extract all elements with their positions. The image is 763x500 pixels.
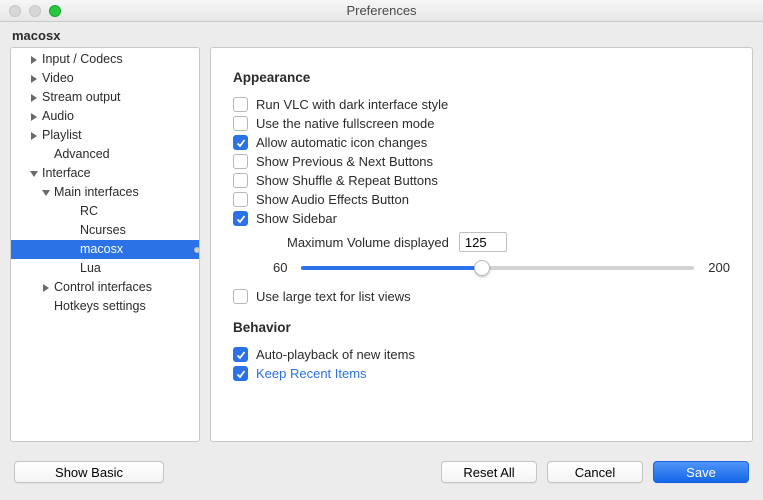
large-text-row[interactable]: Use large text for list views [233, 289, 730, 304]
prev-next-label: Show Previous & Next Buttons [256, 154, 433, 169]
sidebar-item-advanced[interactable]: Advanced [11, 145, 199, 164]
sidebar-item-label: Lua [79, 259, 101, 278]
auto-playback-row[interactable]: Auto-playback of new items [233, 347, 730, 362]
sidebar-item-label: Video [41, 69, 74, 88]
cancel-button[interactable]: Cancel [547, 461, 643, 483]
appearance-heading: Appearance [233, 70, 730, 85]
close-window-icon[interactable] [9, 5, 21, 17]
sidebar-item-ncurses[interactable]: Ncurses [11, 221, 199, 240]
zoom-window-icon[interactable] [49, 5, 61, 17]
bottom-bar: Show Basic Reset All Cancel Save [0, 444, 763, 500]
dark-interface-checkbox[interactable] [233, 97, 248, 112]
page-title: macosx [0, 22, 763, 47]
max-volume-label: Maximum Volume displayed [287, 235, 449, 250]
reset-all-button[interactable]: Reset All [441, 461, 537, 483]
sidebar-item-label: Input / Codecs [41, 50, 123, 69]
content-pane: Appearance Run VLC with dark interface s… [210, 47, 753, 442]
prev-next-checkbox[interactable] [233, 154, 248, 169]
large-text-checkbox[interactable] [233, 289, 248, 304]
auto-icon-label: Allow automatic icon changes [256, 135, 427, 150]
chevron-down-icon[interactable] [41, 190, 51, 196]
slider-max-label: 200 [708, 260, 730, 275]
show-sidebar-label: Show Sidebar [256, 211, 337, 226]
chevron-right-icon[interactable] [29, 94, 39, 102]
behavior-heading: Behavior [233, 320, 730, 335]
sidebar-item-label: Hotkeys settings [53, 297, 146, 316]
slider-min-label: 60 [273, 260, 287, 275]
max-volume-slider[interactable] [301, 266, 694, 270]
sidebar-item-label: Interface [41, 164, 91, 183]
sidebar-item-rc[interactable]: RC [11, 202, 199, 221]
sidebar-item-hotkeys-settings[interactable]: Hotkeys settings [11, 297, 199, 316]
show-basic-button[interactable]: Show Basic [14, 461, 164, 483]
chevron-down-icon[interactable] [29, 171, 39, 177]
auto-icon-checkbox[interactable] [233, 135, 248, 150]
sidebar-item-audio[interactable]: Audio [11, 107, 199, 126]
titlebar: Preferences [0, 0, 763, 22]
sidebar-item-label: Ncurses [79, 221, 126, 240]
sidebar-item-main-interfaces[interactable]: Main interfaces [11, 183, 199, 202]
selection-indicator-icon [194, 247, 200, 253]
show-sidebar-row[interactable]: Show Sidebar [233, 211, 730, 226]
minimize-window-icon[interactable] [29, 5, 41, 17]
audio-effects-checkbox[interactable] [233, 192, 248, 207]
slider-thumb-icon[interactable] [474, 260, 490, 276]
sidebar-item-interface[interactable]: Interface [11, 164, 199, 183]
large-text-label: Use large text for list views [256, 289, 411, 304]
dark-interface-row[interactable]: Run VLC with dark interface style [233, 97, 730, 112]
shuffle-repeat-label: Show Shuffle & Repeat Buttons [256, 173, 438, 188]
chevron-right-icon[interactable] [29, 132, 39, 140]
prev-next-row[interactable]: Show Previous & Next Buttons [233, 154, 730, 169]
sidebar-item-stream-output[interactable]: Stream output [11, 88, 199, 107]
sidebar-item-playlist[interactable]: Playlist [11, 126, 199, 145]
dark-interface-label: Run VLC with dark interface style [256, 97, 448, 112]
auto-playback-checkbox[interactable] [233, 347, 248, 362]
window-title: Preferences [346, 3, 416, 18]
sidebar-item-label: Playlist [41, 126, 82, 145]
native-fullscreen-row[interactable]: Use the native fullscreen mode [233, 116, 730, 131]
keep-recent-checkbox[interactable] [233, 366, 248, 381]
audio-effects-row[interactable]: Show Audio Effects Button [233, 192, 730, 207]
shuffle-repeat-row[interactable]: Show Shuffle & Repeat Buttons [233, 173, 730, 188]
sidebar-item-label: Advanced [53, 145, 110, 164]
sidebar-item-video[interactable]: Video [11, 69, 199, 88]
keep-recent-row[interactable]: Keep Recent Items [233, 366, 730, 381]
sidebar-item-label: Control interfaces [53, 278, 152, 297]
chevron-right-icon[interactable] [29, 113, 39, 121]
sidebar-item-input-codecs[interactable]: Input / Codecs [11, 50, 199, 69]
save-button[interactable]: Save [653, 461, 749, 483]
show-sidebar-checkbox[interactable] [233, 211, 248, 226]
sidebar-item-label: Stream output [41, 88, 121, 107]
chevron-right-icon[interactable] [29, 75, 39, 83]
sidebar-item-control-interfaces[interactable]: Control interfaces [11, 278, 199, 297]
native-fullscreen-checkbox[interactable] [233, 116, 248, 131]
sidebar-item-label: Main interfaces [53, 183, 139, 202]
auto-icon-row[interactable]: Allow automatic icon changes [233, 135, 730, 150]
chevron-right-icon[interactable] [41, 284, 51, 292]
max-volume-field[interactable] [459, 232, 507, 252]
window-traffic-lights [9, 5, 61, 17]
sidebar: Input / CodecsVideoStream outputAudioPla… [10, 47, 200, 442]
audio-effects-label: Show Audio Effects Button [256, 192, 409, 207]
chevron-right-icon[interactable] [29, 56, 39, 64]
auto-playback-label: Auto-playback of new items [256, 347, 415, 362]
native-fullscreen-label: Use the native fullscreen mode [256, 116, 434, 131]
keep-recent-label: Keep Recent Items [256, 366, 367, 381]
sidebar-item-label: macosx [79, 240, 123, 259]
sidebar-item-lua[interactable]: Lua [11, 259, 199, 278]
sidebar-item-label: RC [79, 202, 98, 221]
sidebar-item-macosx[interactable]: macosx [11, 240, 199, 259]
sidebar-item-label: Audio [41, 107, 74, 126]
shuffle-repeat-checkbox[interactable] [233, 173, 248, 188]
